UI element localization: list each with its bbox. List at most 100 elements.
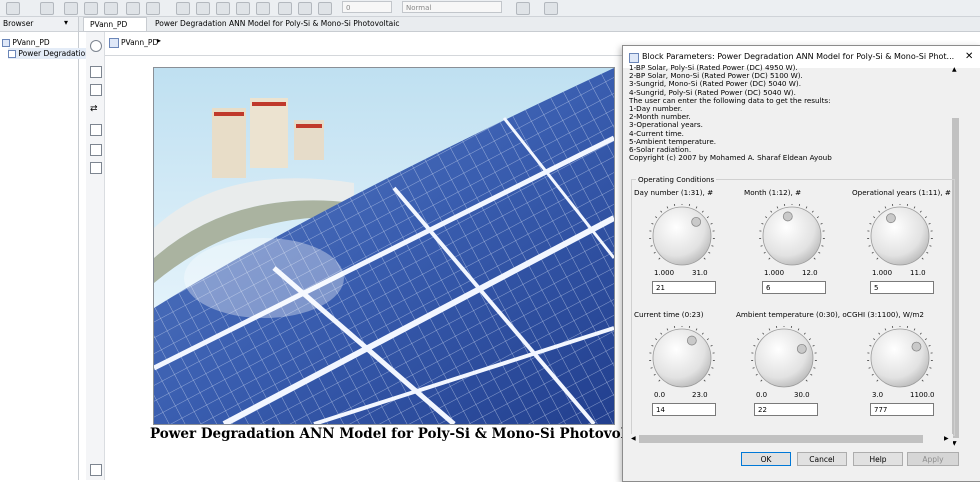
knob-min-label: 1.000 (654, 269, 674, 277)
knob-day-number: Day number (1:31), # 1.000 31.0 21 (634, 186, 730, 304)
knob-value-field[interactable]: 777 (870, 403, 934, 416)
browser-header: Browser ▾ (0, 17, 78, 32)
knob-min-label: 0.0 (654, 391, 665, 399)
knob-label: GHI (3:1100), W/m2 (852, 310, 924, 319)
knob-max-label: 30.0 (794, 391, 810, 399)
breadcrumb-model-icon (109, 38, 119, 48)
stop-time-field[interactable]: 0 (342, 1, 392, 13)
tree-item-subsystem[interactable]: Power Degradation (8, 48, 94, 59)
main-toolbar: 0 Normal (0, 0, 980, 17)
step-back-icon[interactable] (176, 2, 190, 15)
simulation-mode-select[interactable]: Normal (402, 1, 502, 13)
block-caption: Power Degradation ANN Model for Poly-Si … (150, 426, 616, 442)
knob-label: Month (1:12), # (744, 188, 801, 197)
ok-button[interactable]: OK (741, 452, 791, 466)
knob-label: Ambient temperature (0:30), oC (736, 310, 852, 319)
cancel-button[interactable]: Cancel (797, 452, 847, 466)
horizontal-scroll-thumb[interactable] (639, 435, 923, 443)
fit-view-icon[interactable] (90, 84, 102, 96)
help-button[interactable]: Help (853, 452, 903, 466)
tab-subsystem[interactable]: Power Degradation ANN Model for Poly-Si … (149, 17, 405, 31)
knob-max-label: 31.0 (692, 269, 708, 277)
knob-value-field[interactable]: 21 (652, 281, 716, 294)
knob-value-field[interactable]: 14 (652, 403, 716, 416)
subsystem-block-image[interactable] (153, 67, 615, 425)
block-parameters-dialog: Block Parameters: Power Degradation ANN … (622, 45, 980, 482)
image-icon[interactable] (90, 144, 102, 156)
knob-max-label: 23.0 (692, 391, 708, 399)
knob-dial[interactable] (758, 204, 826, 270)
debug-icon[interactable] (318, 2, 332, 15)
knob-label: Current time (0:23) (634, 310, 704, 319)
close-icon[interactable]: ✕ (965, 46, 973, 68)
tree-item-subsystem-label: Power Degradation (18, 49, 90, 58)
breadcrumb[interactable]: PVann_PD (121, 38, 158, 47)
model-explorer-icon[interactable] (90, 464, 102, 476)
build-icon[interactable] (544, 2, 558, 15)
knob-dial[interactable] (866, 204, 934, 270)
knob-value-field[interactable]: 22 (754, 403, 818, 416)
knob-value-field[interactable]: 5 (870, 281, 934, 294)
knob-max-label: 11.0 (910, 269, 926, 277)
step-forward-icon[interactable] (236, 2, 250, 15)
new-icon[interactable] (6, 2, 20, 15)
library-icon[interactable] (126, 2, 140, 15)
tree-item-model[interactable]: PVann_PD (2, 37, 50, 48)
breadcrumb-arrow-icon[interactable]: ▸ (157, 36, 161, 45)
scroll-up-icon[interactable]: ▲ (952, 66, 957, 73)
scroll-right-icon[interactable]: ▶ (944, 435, 949, 442)
knob-month: Month (1:12), # 1.000 12.0 6 (744, 186, 840, 304)
record-icon[interactable] (278, 2, 292, 15)
knob-max-label: 1100.0 (910, 391, 935, 399)
knob-min-label: 0.0 (756, 391, 767, 399)
apply-button[interactable]: Apply (907, 452, 959, 466)
knob-ghi: GHI (3:1100), W/m2 3.0 1100.0 777 (852, 308, 948, 426)
operating-conditions-group: Operating Conditions Day number (1:31), … (631, 179, 955, 436)
knob-min-label: 1.000 (764, 269, 784, 277)
tab-subsystem-label: Power Degradation ANN Model for Poly-Si … (155, 19, 399, 28)
settings-icon[interactable] (146, 2, 160, 15)
tab-model[interactable]: PVann_PD (83, 17, 147, 31)
knob-min-label: 1.000 (872, 269, 892, 277)
pause-icon[interactable] (196, 2, 210, 15)
knob-current-time: Current time (0:23) 0.0 23.0 14 (634, 308, 730, 426)
zoom-icon[interactable] (90, 66, 102, 78)
knob-ambient-temperature: Ambient temperature (0:30), oC 0.0 30.0 … (736, 308, 832, 426)
hide-panel-icon[interactable] (90, 40, 102, 52)
up-icon[interactable] (104, 2, 118, 15)
dialog-block-icon (629, 53, 639, 63)
knob-min-label: 3.0 (872, 391, 883, 399)
knob-operational-years: Operational years (1:11), # 1.000 11.0 5 (852, 186, 948, 304)
update-diagram-icon[interactable] (516, 2, 530, 15)
knob-dial[interactable] (750, 326, 818, 392)
address-bar: PVann_PD ▸ (105, 32, 625, 54)
browser-title: Browser (3, 19, 33, 28)
arrow-icon[interactable]: ⇄ (90, 104, 100, 114)
group-label: Operating Conditions (636, 175, 716, 184)
knob-dial[interactable] (648, 326, 716, 392)
model-icon (2, 39, 10, 47)
knob-label: Operational years (1:11), # (852, 188, 951, 197)
knob-dial[interactable] (648, 204, 716, 270)
tab-model-label: PVann_PD (90, 20, 127, 29)
knob-max-label: 12.0 (802, 269, 818, 277)
dialog-horizontal-scrollbar[interactable]: ◀ ▶ (631, 434, 953, 444)
back-icon[interactable] (64, 2, 78, 15)
knob-value-field[interactable]: 6 (762, 281, 826, 294)
forward-icon[interactable] (84, 2, 98, 15)
description-line: Copyright (c) 2007 by Mohamed A. Sharaf … (629, 154, 959, 162)
scope-icon[interactable] (298, 2, 312, 15)
model-browser-panel: Browser ▾ PVann_PD Power Degradation (0, 17, 79, 480)
save-icon[interactable] (40, 2, 54, 15)
browser-menu-icon[interactable]: ▾ (64, 18, 68, 27)
knob-label: Day number (1:31), # (634, 188, 713, 197)
subsystem-icon (8, 50, 16, 58)
scroll-left-icon[interactable]: ◀ (631, 435, 636, 442)
area-icon[interactable] (90, 162, 102, 174)
tree-item-model-label: PVann_PD (12, 38, 49, 47)
block-description: 1-BP Solar, Poly-Si (Rated Power (DC) 49… (629, 68, 959, 162)
annotation-icon[interactable] (90, 124, 102, 136)
knob-dial[interactable] (866, 326, 934, 392)
stop-icon[interactable] (256, 2, 270, 15)
play-icon[interactable] (216, 2, 230, 15)
